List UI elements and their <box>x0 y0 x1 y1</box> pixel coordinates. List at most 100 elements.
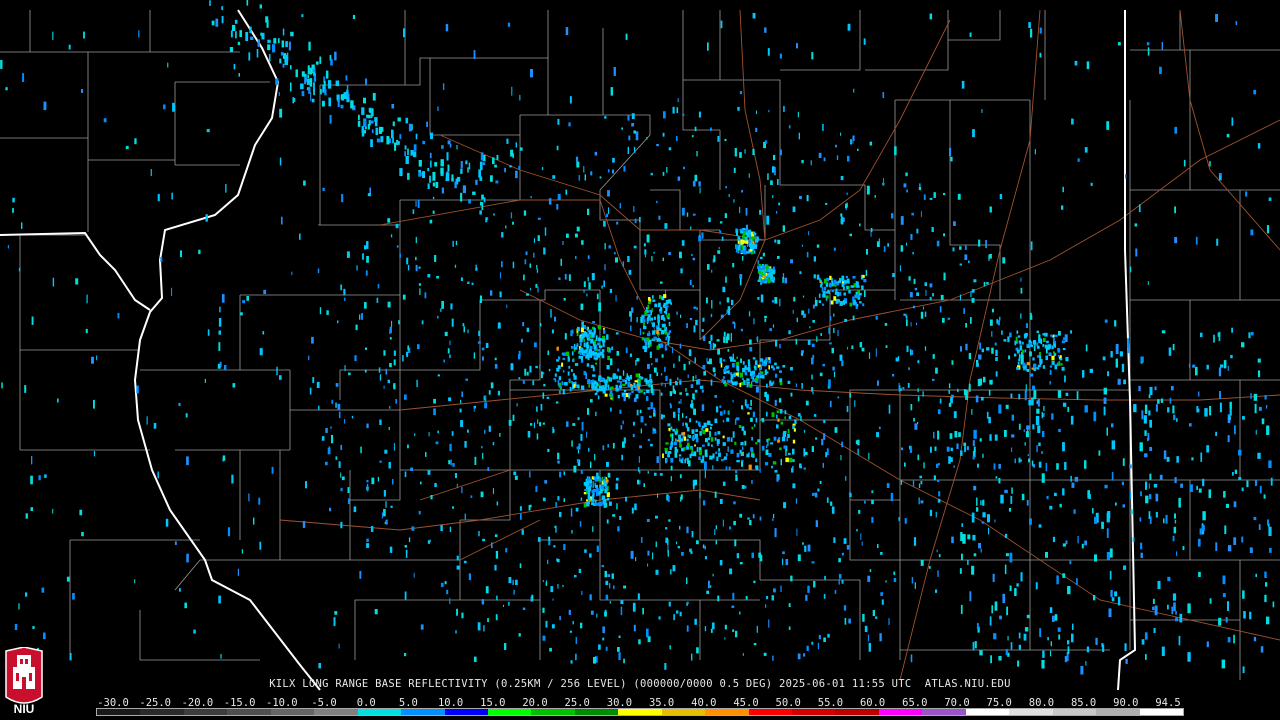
radar-echo <box>1106 427 1108 436</box>
radar-echo <box>973 446 976 452</box>
radar-echo <box>714 395 717 398</box>
radar-echo <box>710 127 712 131</box>
radar-echo <box>249 26 252 34</box>
radar-echo <box>429 175 431 183</box>
radar-echo <box>399 168 403 177</box>
radar-echo <box>1175 611 1177 615</box>
radar-echo <box>988 389 991 396</box>
radar-echo <box>616 221 619 225</box>
radar-echo <box>799 271 802 275</box>
radar-echo <box>1254 403 1257 414</box>
radar-echo <box>24 385 27 393</box>
radar-echo <box>840 132 842 136</box>
radar-echo <box>643 322 645 327</box>
radar-echo <box>616 477 619 481</box>
radar-echo <box>331 434 334 444</box>
radar-echo <box>318 663 321 669</box>
radar-echo <box>1234 469 1237 474</box>
radar-echo <box>481 194 484 200</box>
radar-echo <box>380 127 384 132</box>
radar-echo <box>1028 22 1031 28</box>
radar-echo <box>442 83 445 90</box>
radar-echo <box>836 292 839 297</box>
radar-echo <box>668 321 671 327</box>
radar-echo <box>999 194 1003 200</box>
radar-echo <box>411 526 415 531</box>
radar-echo <box>820 282 823 285</box>
radar-echo <box>994 342 997 346</box>
radar-echo <box>803 467 806 470</box>
radar-echo <box>1266 405 1268 409</box>
radar-echo <box>473 50 476 59</box>
radar-echo <box>366 423 369 429</box>
radar-echo <box>592 321 595 324</box>
radar-echo <box>1018 358 1021 362</box>
radar-echo <box>1209 161 1211 167</box>
colorbar-segment <box>270 709 315 715</box>
radar-echo <box>647 563 649 567</box>
radar-echo <box>1222 593 1226 598</box>
radar-echo <box>422 140 426 145</box>
radar-echo <box>731 380 734 384</box>
radar-echo <box>394 142 397 151</box>
radar-echo <box>642 607 644 615</box>
radar-echo <box>557 118 560 125</box>
radar-echo <box>998 404 1002 414</box>
radar-echo <box>951 536 954 544</box>
radar-echo <box>920 311 924 319</box>
radar-echo <box>836 283 840 286</box>
radar-echo <box>1198 488 1202 493</box>
radar-echo <box>1140 542 1143 550</box>
radar-echo <box>537 217 541 220</box>
radar-echo <box>869 141 873 146</box>
radar-echo <box>911 577 914 584</box>
radar-echo <box>597 395 600 400</box>
radar-echo <box>906 189 908 193</box>
radar-echo <box>606 479 609 483</box>
radar-echo <box>555 525 557 533</box>
radar-echo <box>1033 390 1037 399</box>
radar-echo <box>529 365 532 373</box>
radar-echo <box>207 329 210 336</box>
radar-echo <box>482 356 484 361</box>
radar-echo <box>685 392 689 396</box>
radar-echo <box>1144 453 1148 458</box>
radar-echo <box>989 254 992 259</box>
radar-echo <box>938 463 940 466</box>
radar-echo <box>653 367 657 373</box>
radar-echo <box>828 282 832 288</box>
radar-echo <box>722 435 725 439</box>
radar-echo <box>344 419 346 424</box>
radar-echo <box>295 69 298 78</box>
radar-echo <box>857 439 860 446</box>
radar-echo <box>819 480 822 484</box>
radar-echo <box>612 157 615 163</box>
radar-echo <box>1026 343 1029 346</box>
radar-echo <box>918 186 922 191</box>
radar-echo <box>768 279 771 284</box>
radar-echo <box>705 428 709 432</box>
radar-echo <box>590 461 592 469</box>
radar-echo <box>585 485 588 490</box>
radar-echo <box>733 372 736 377</box>
radar-echo <box>1161 42 1163 50</box>
radar-echo <box>1125 174 1127 179</box>
radar-echo <box>331 399 334 404</box>
radar-echo <box>732 629 735 632</box>
radar-echo <box>436 276 439 279</box>
radar-echo <box>971 409 973 415</box>
radar-echo <box>673 411 676 418</box>
radar-echo <box>731 605 735 608</box>
radar-echo <box>1002 257 1006 264</box>
radar-echo <box>782 432 786 437</box>
radar-echo <box>994 601 998 611</box>
radar-echo <box>1049 381 1051 385</box>
radar-echo <box>218 342 221 351</box>
radar-echo <box>1054 334 1058 337</box>
radar-echo <box>797 653 801 660</box>
radar-echo <box>1023 429 1025 433</box>
radar-echo <box>1067 646 1070 654</box>
radar-echo <box>807 339 811 345</box>
radar-echo <box>662 132 665 137</box>
radar-echo <box>242 300 245 304</box>
